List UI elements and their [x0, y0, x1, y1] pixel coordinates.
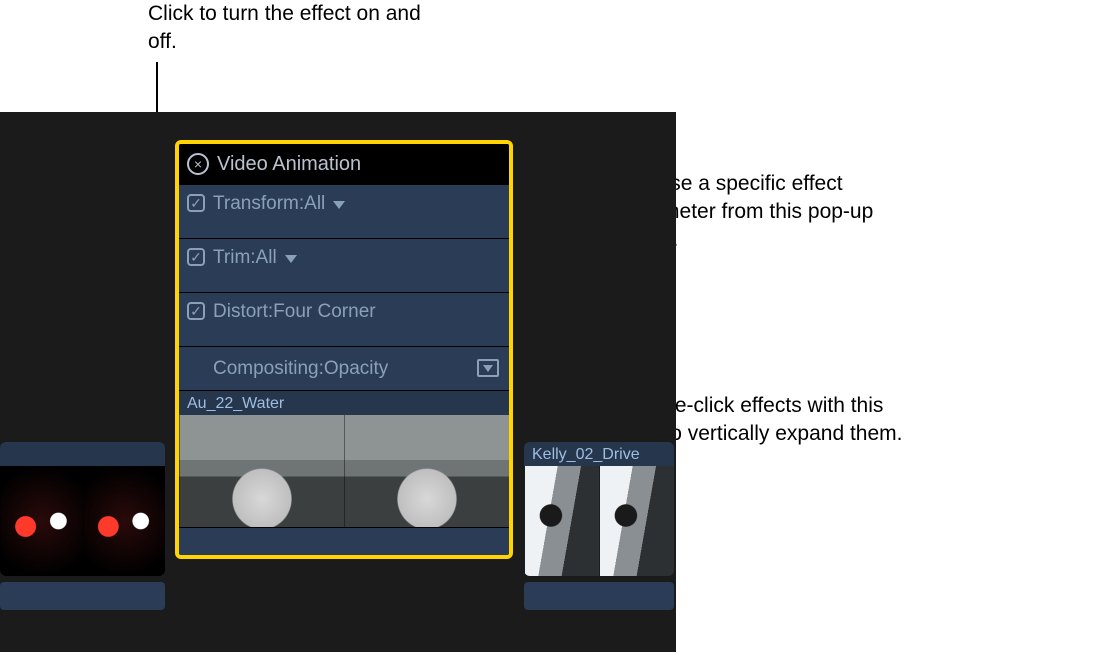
panel-title: Video Animation: [217, 153, 361, 176]
panel-clip-preview[interactable]: Au_22_Water: [179, 390, 509, 527]
effect-label: Transform:All: [213, 193, 325, 215]
effect-label: Trim:All: [213, 247, 277, 269]
clip-thumbnail: [524, 466, 599, 576]
effect-enable-checkbox[interactable]: ✓: [187, 194, 205, 212]
effect-row-distort[interactable]: ✓ Distort:Four Corner: [179, 292, 509, 346]
effect-enable-checkbox[interactable]: ✓: [187, 302, 205, 320]
timeline-clip-right[interactable]: Kelly_02_Drive: [524, 442, 674, 576]
effect-label: Compositing:Opacity: [213, 358, 388, 380]
video-animation-panel: × Video Animation ✓ Transform:All ✓ Trim…: [175, 140, 513, 559]
clip-thumbnail: [83, 466, 166, 576]
effect-row-compositing[interactable]: Compositing:Opacity: [179, 346, 509, 390]
audio-track-bar[interactable]: [524, 582, 674, 610]
close-icon[interactable]: ×: [187, 153, 209, 175]
expand-effect-icon[interactable]: [477, 359, 499, 377]
callout-toggle-effect: Click to turn the effect on and off.: [148, 0, 448, 56]
effect-label: Distort:Four Corner: [213, 301, 376, 323]
chevron-down-icon[interactable]: [285, 255, 297, 263]
effect-row-transform[interactable]: ✓ Transform:All: [179, 184, 509, 238]
chevron-down-icon: [483, 365, 493, 372]
clip-thumbnail: [179, 415, 344, 527]
audio-track-bar[interactable]: [179, 527, 509, 555]
timeline-clip-left[interactable]: [0, 442, 165, 576]
panel-header: × Video Animation: [179, 144, 509, 184]
clip-label: [0, 442, 165, 466]
clip-label: Au_22_Water: [179, 391, 509, 415]
effect-enable-checkbox[interactable]: ✓: [187, 248, 205, 266]
audio-track-bar[interactable]: [0, 582, 165, 610]
clip-thumbnail: [599, 466, 674, 576]
clip-thumbnail: [0, 466, 83, 576]
effect-row-trim[interactable]: ✓ Trim:All: [179, 238, 509, 292]
clip-label: Kelly_02_Drive: [524, 442, 674, 466]
clip-thumbnail: [344, 415, 509, 527]
chevron-down-icon[interactable]: [333, 201, 345, 209]
